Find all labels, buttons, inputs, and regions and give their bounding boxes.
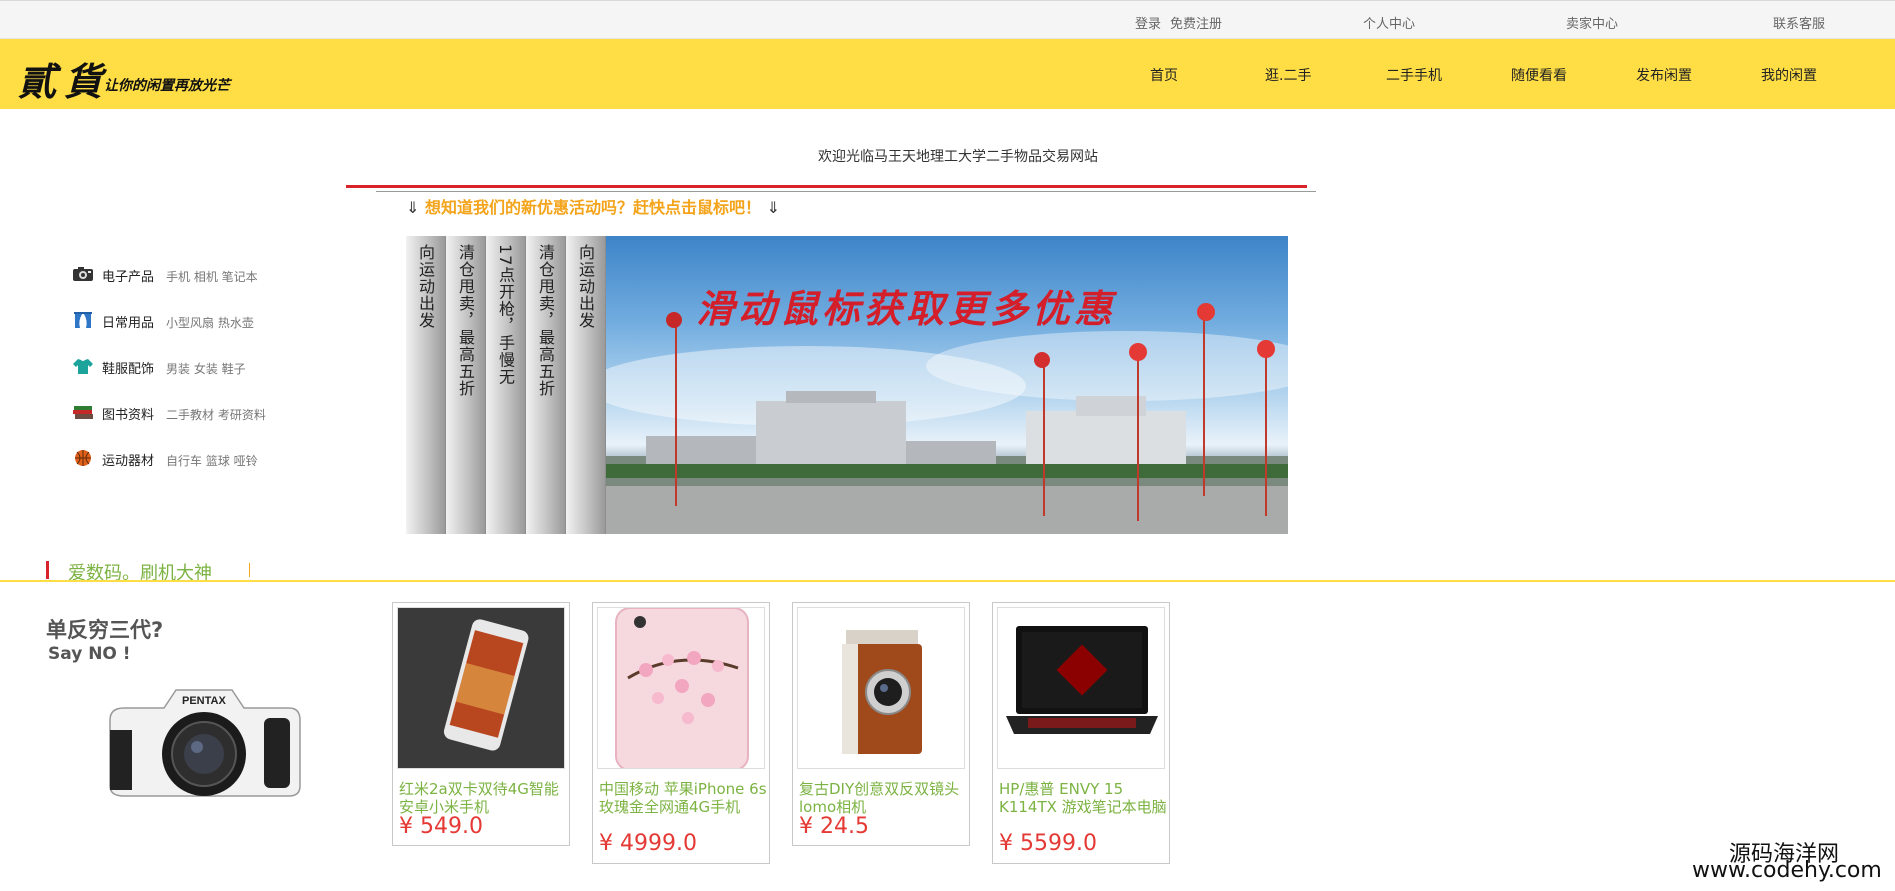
slider-tab[interactable]: 17点开枪，手慢无	[486, 236, 526, 534]
product-name[interactable]: 红米2a双卡双待4G智能安卓小米手机	[399, 780, 569, 816]
section-underline	[0, 580, 1895, 582]
category-name: 鞋服配饰	[102, 362, 155, 377]
main-header: 貳貨 让你的闲置再放光芒 首页 逛.二手 二手手机 随便看看 发布闲置 我的闲置	[0, 39, 1895, 109]
category-subitems[interactable]: 小型风扇 热水壶	[166, 314, 254, 331]
product-image[interactable]	[397, 607, 565, 769]
category-subitems[interactable]: 二手教材 考研资料	[166, 406, 266, 423]
slider-tab-label: 向运动出发	[416, 244, 435, 329]
section-separator	[249, 563, 250, 577]
nav-browse-secondhand[interactable]: 逛.二手	[1265, 65, 1311, 85]
books-icon	[73, 406, 93, 419]
contact-service-link[interactable]: 联系客服	[1773, 13, 1825, 32]
product-card[interactable]: HP/惠普 ENVY 15 K114TX 游戏笔记本电脑 ¥ 5599.0	[992, 602, 1170, 864]
arrow-down-icon: ⇓	[406, 198, 420, 217]
slider-image-campus[interactable]: 滑动鼠标获取更多优惠	[606, 236, 1288, 534]
camera-brand-label: PENTAX	[182, 695, 226, 707]
product-card[interactable]: 红米2a双卡双待4G智能安卓小米手机 ¥ 549.0	[392, 602, 570, 846]
category-name: 日常用品	[102, 316, 155, 331]
category-name: 运动器材	[102, 454, 155, 469]
top-utility-bar: 登录 免费注册 个人中心 卖家中心 联系客服	[0, 0, 1895, 39]
nav-publish-item[interactable]: 发布闲置	[1636, 65, 1692, 85]
nav-random-look[interactable]: 随便看看	[1511, 65, 1567, 85]
gaming-laptop-image	[998, 608, 1164, 768]
product-name[interactable]: HP/惠普 ENVY 15 K114TX 游戏笔记本电脑	[999, 780, 1169, 816]
promo-slider[interactable]: 向运动出发 清仓甩卖，最高五折 17点开枪，手慢无 清仓甩卖，最高五折 向运动出…	[406, 236, 1288, 534]
register-link[interactable]: 免费注册	[1170, 13, 1222, 32]
dslr-camera-image[interactable]: PENTAX	[104, 668, 304, 804]
logo-slogan: 让你的闲置再放光芒	[104, 78, 230, 94]
clothes-icon	[73, 359, 93, 374]
product-price: ¥ 4999.0	[599, 831, 697, 856]
slider-tab-label: 向运动出发	[576, 244, 595, 329]
section-marker	[46, 561, 49, 579]
product-name[interactable]: 中国移动 苹果iPhone 6s 玫瑰金全网通4G手机	[599, 780, 769, 816]
product-price: ¥ 5599.0	[999, 831, 1097, 856]
product-card[interactable]: 中国移动 苹果iPhone 6s 玫瑰金全网通4G手机 ¥ 4999.0	[592, 602, 770, 864]
product-image[interactable]	[997, 607, 1165, 769]
welcome-text: 欢迎光临马王天地理工大学二手物品交易网站	[818, 149, 1098, 165]
slider-tab[interactable]: 清仓甩卖，最高五折	[526, 236, 566, 534]
slider-tab-label: 17点开枪，手慢无	[496, 244, 515, 386]
slider-tab[interactable]: 向运动出发	[566, 236, 606, 534]
nav-home[interactable]: 首页	[1150, 65, 1178, 85]
product-name[interactable]: 复古DIY创意双反双镜头lomo相机	[799, 780, 969, 816]
category-subitems[interactable]: 自行车 篮球 哑铃	[166, 452, 258, 469]
category-subitems[interactable]: 手机 相机 笔记本	[166, 268, 258, 285]
category-name: 电子产品	[102, 270, 155, 285]
phone-case-image	[598, 608, 764, 768]
arrow-down-icon: ⇓	[766, 198, 780, 217]
promo-banner[interactable]: ⇓ 想知道我们的新优惠活动吗？赶快点击鼠标吧！ ⇓	[406, 194, 780, 218]
slider-tab[interactable]: 清仓甩卖，最高五折	[446, 236, 486, 534]
camera-icon	[73, 267, 93, 281]
smartphone-image	[398, 608, 564, 768]
product-price: ¥ 24.5	[799, 814, 869, 839]
nav-my-items[interactable]: 我的闲置	[1761, 65, 1817, 85]
category-subitems[interactable]: 男装 女装 鞋子	[166, 360, 246, 377]
curtain-icon	[74, 312, 92, 328]
promo-text: 想知道我们的新优惠活动吗？赶快点击鼠标吧！	[424, 198, 761, 217]
watermark-url: www.codehy.com	[1692, 858, 1882, 883]
nav-secondhand-phones[interactable]: 二手手机	[1386, 65, 1442, 85]
product-card[interactable]: 复古DIY创意双反双镜头lomo相机 ¥ 24.5	[792, 602, 970, 846]
slider-tab[interactable]: 向运动出发	[406, 236, 446, 534]
ad-title: 单反穷三代?	[46, 618, 164, 642]
slider-tab-label: 清仓甩卖，最高五折	[536, 244, 555, 397]
divider-gray	[376, 191, 1316, 192]
category-name: 图书资料	[102, 408, 155, 423]
product-price: ¥ 549.0	[399, 814, 483, 839]
login-link[interactable]: 登录	[1135, 13, 1161, 32]
product-image[interactable]	[597, 607, 765, 769]
personal-center-link[interactable]: 个人中心	[1363, 13, 1415, 32]
slider-tab-label: 清仓甩卖，最高五折	[456, 244, 475, 397]
product-image[interactable]	[797, 607, 965, 769]
basketball-icon	[75, 450, 91, 466]
lomo-camera-image	[798, 608, 964, 768]
logo-text: 貳貨	[18, 59, 111, 104]
slider-banner-text: 滑动鼠标获取更多优惠	[696, 286, 1117, 331]
ad-subtitle: Say NO !	[48, 644, 131, 664]
divider-red	[346, 185, 1307, 188]
seller-center-link[interactable]: 卖家中心	[1566, 13, 1618, 32]
